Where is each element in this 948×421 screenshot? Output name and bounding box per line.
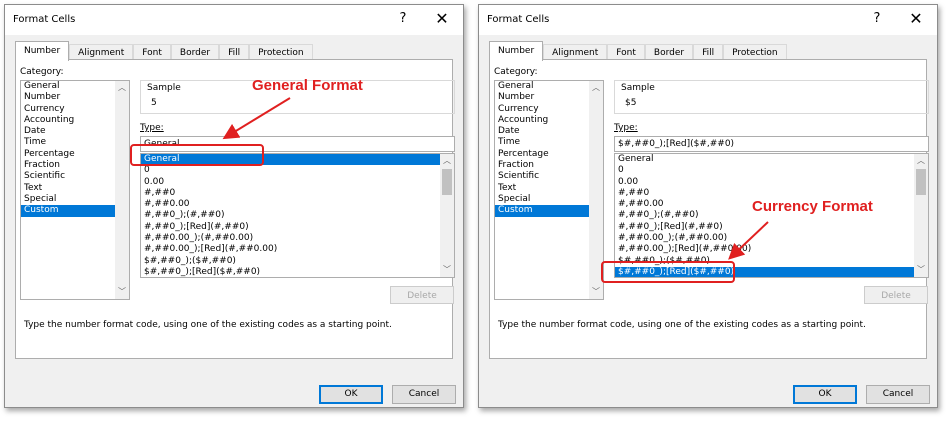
annotation-arrows — [222, 97, 769, 260]
general-arrow — [222, 97, 291, 140]
tab-number[interactable]: Number — [15, 41, 70, 61]
tab-number[interactable]: Number — [489, 41, 544, 61]
currency-arrow — [728, 221, 769, 260]
